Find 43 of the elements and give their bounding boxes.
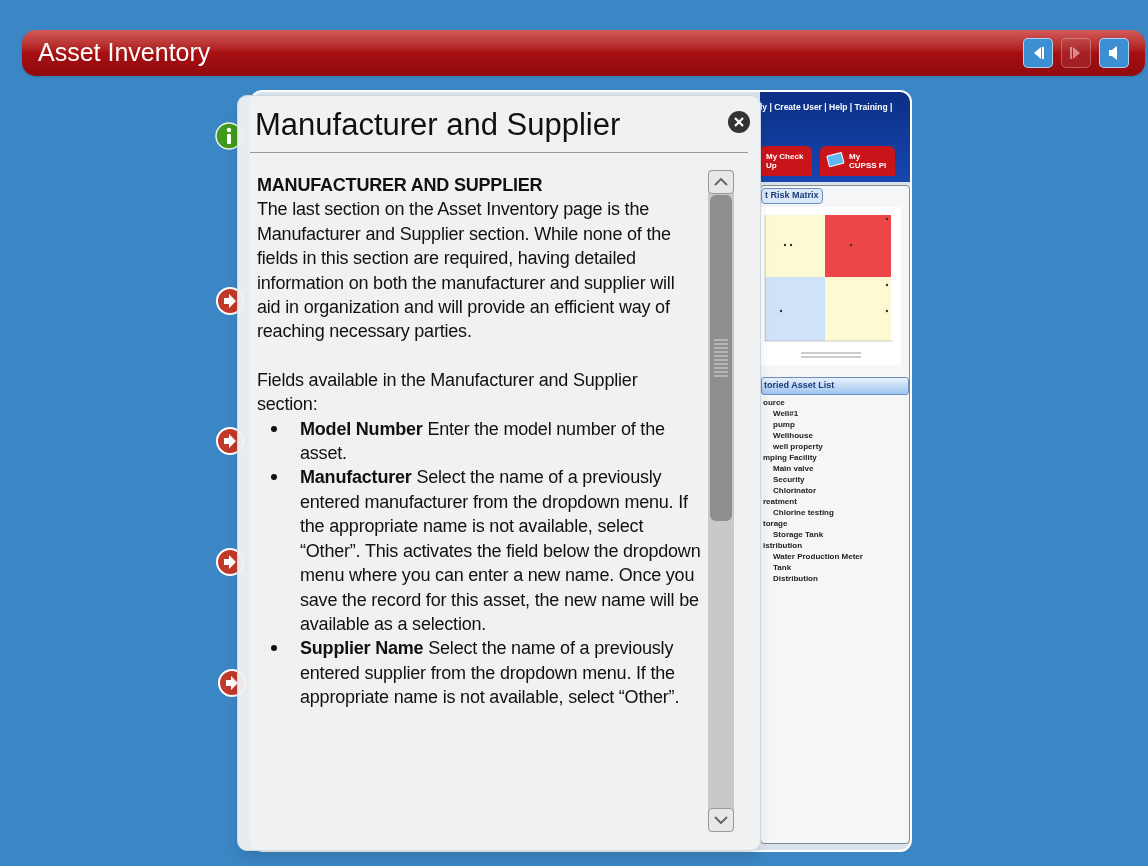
tree-item[interactable]: Tank xyxy=(763,561,909,573)
title-text: Asset Inventory xyxy=(38,37,211,69)
tree-item[interactable]: Storage Tank xyxy=(763,528,909,540)
tree-item[interactable]: Main valve xyxy=(763,462,909,474)
scroll-thumb[interactable] xyxy=(710,195,732,521)
close-button[interactable] xyxy=(728,111,750,133)
tree-item[interactable]: Security xyxy=(763,473,909,485)
bullet-icon xyxy=(271,474,277,481)
tree-item[interactable]: Chlorinator xyxy=(763,484,909,496)
tree-item[interactable]: Wellhouse xyxy=(763,429,909,441)
chevron-up-icon xyxy=(714,178,728,186)
audio-button[interactable] xyxy=(1099,38,1129,68)
back-button[interactable] xyxy=(1023,38,1053,68)
tree-item[interactable]: Chlorine testing xyxy=(763,506,909,518)
paragraph: The last section on the Asset Inventory page is the Manufacturer and Supplier section. While none of the fields in this section are required, having detailed information on both the manufacturer and supplier will aid in organization and will provide an efficient way of reaching necessary parties. xyxy=(257,198,676,344)
bullet-icon xyxy=(271,425,277,432)
panel-header: toried Asset List xyxy=(761,376,909,395)
tree-item[interactable]: mping Facility xyxy=(763,451,909,463)
chevron-down-icon xyxy=(714,816,728,824)
nav-tab[interactable]: My Check Up xyxy=(760,146,812,176)
monitor-icon xyxy=(826,152,846,170)
tree-item[interactable]: well property xyxy=(763,440,909,452)
scroll-up-button[interactable] xyxy=(708,170,734,194)
close-icon xyxy=(734,117,744,127)
tree-item[interactable]: istribution xyxy=(763,539,909,551)
nav-tab[interactable]: My CUPSS Pl xyxy=(820,146,895,176)
bullet-text: Model Number Enter the model number of the asset. xyxy=(299,417,666,466)
bullet-icon xyxy=(271,645,277,652)
tree-item[interactable]: torage xyxy=(763,517,909,529)
bullet-text: Supplier Name Select the name of a previously entered supplier from the dropdown menu. If the appropriate name is not available, select “Other”. xyxy=(299,637,681,710)
grip-icon xyxy=(714,338,728,378)
bullet-text: Manufacturer Select the name of a previously entered manufacturer from the dropdown menu. If the appropriate name is not available, select “Other”. This activates the field below the dropdown menu where you can enter a new name. Once you save the record for this asset, the new name will be available as a selection. xyxy=(299,466,702,636)
tree-item[interactable]: ource xyxy=(763,396,909,408)
tree-item[interactable]: Water Production Meter xyxy=(763,550,909,562)
paragraph: Fields available in the Manufacturer and Supplier section: xyxy=(257,368,639,417)
panel-tab[interactable]: t Risk Matrix xyxy=(761,188,823,204)
tree-item[interactable]: pump xyxy=(763,418,909,430)
section-heading: MANUFACTURER AND SUPPLIER xyxy=(257,174,544,197)
tree-item[interactable]: Well#1 xyxy=(763,407,909,419)
scroll-down-button[interactable] xyxy=(708,808,734,832)
tree-item[interactable]: reatment xyxy=(763,495,909,507)
popup-title: Manufacturer and Supplier xyxy=(255,106,621,144)
tree-item[interactable]: Distribution xyxy=(763,572,909,584)
